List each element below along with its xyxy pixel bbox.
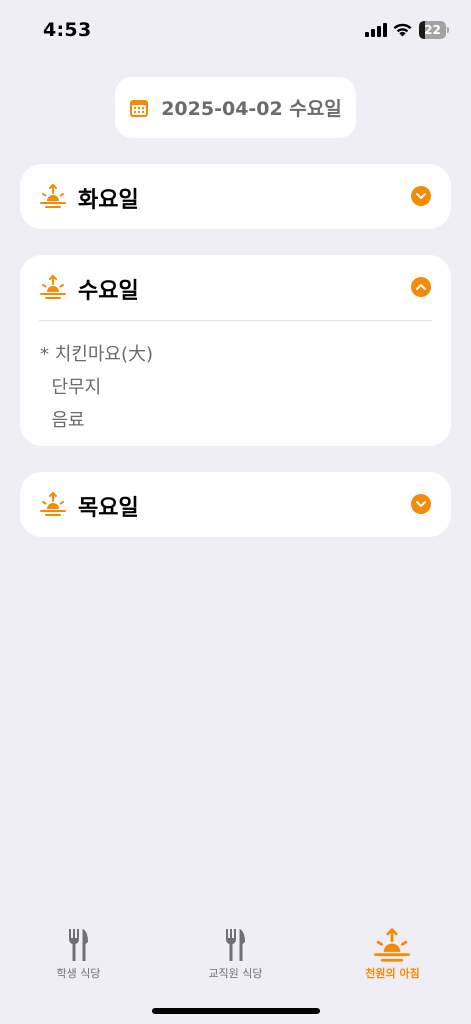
tab-label: 교직원 식당 <box>208 967 263 980</box>
menu-list: * 치킨마요(大) 단무지 음료 <box>40 338 153 437</box>
day-card-header[interactable]: 화요일 <box>20 164 451 230</box>
sunrise-icon <box>40 492 66 516</box>
tab-label: 학생 식당 <box>56 967 101 980</box>
selected-date-text: 2025-04-02 수요일 <box>161 98 342 120</box>
chevron-down-icon[interactable] <box>411 494 431 514</box>
battery-cap <box>447 27 449 33</box>
tab-student-cafeteria[interactable]: 학생 식당 <box>0 920 157 990</box>
tab-faculty-cafeteria[interactable]: 교직원 식당 <box>157 920 314 990</box>
chevron-down-icon[interactable] <box>411 186 431 206</box>
chevron-up-icon[interactable] <box>411 277 431 297</box>
status-time: 4:53 <box>43 19 92 41</box>
divider <box>39 320 432 321</box>
menu-item: 음료 <box>40 410 85 431</box>
wifi-icon <box>393 23 412 37</box>
cellular-signal-icon <box>365 23 387 37</box>
battery-indicator: 22 <box>419 21 449 39</box>
status-bar: 4:53 22 <box>0 0 471 60</box>
battery-body: 22 <box>419 21 446 39</box>
calendar-icon <box>130 99 149 117</box>
day-title: 목요일 <box>78 496 139 521</box>
day-card-tuesday: 화요일 <box>20 164 451 229</box>
battery-level-text: 22 <box>424 23 441 37</box>
day-card-wednesday: 수요일 * 치킨마요(大) 단무지 음료 <box>20 255 451 446</box>
home-indicator[interactable] <box>152 1008 320 1014</box>
tab-thousand-won-breakfast[interactable]: 천원의 아침 <box>314 920 471 990</box>
sunrise-icon <box>40 184 66 208</box>
sunrise-icon <box>40 275 66 299</box>
sunrise-icon <box>374 928 410 962</box>
fork-knife-icon <box>69 929 88 961</box>
day-card-thursday: 목요일 <box>20 472 451 537</box>
menu-item: 단무지 <box>40 377 102 398</box>
date-selector-button[interactable]: 2025-04-02 수요일 <box>115 77 356 138</box>
day-card-header[interactable]: 목요일 <box>20 472 451 538</box>
fork-knife-icon <box>226 929 245 961</box>
day-title: 화요일 <box>78 188 139 213</box>
tab-label: 천원의 아침 <box>365 967 420 980</box>
day-title: 수요일 <box>78 279 139 304</box>
day-card-header[interactable]: 수요일 <box>20 255 451 321</box>
menu-item: * 치킨마요(大) <box>40 344 154 365</box>
